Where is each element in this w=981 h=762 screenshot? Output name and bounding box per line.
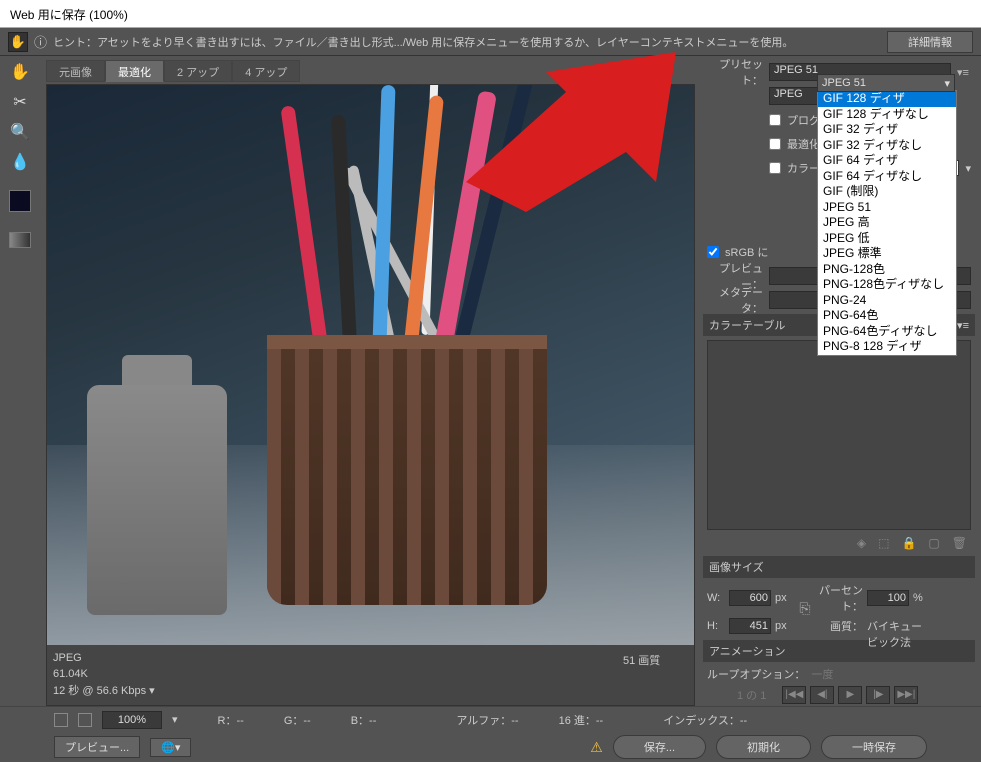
time-dropdown-icon[interactable]: ▾: [149, 685, 155, 697]
info-icon: ⓘ: [34, 32, 47, 51]
optimize-label: 最適化: [787, 136, 820, 152]
cube-icon[interactable]: ⬚: [878, 536, 889, 550]
prev-frame-button[interactable]: ◀|: [810, 686, 834, 704]
preset-label: プリセット：: [707, 56, 763, 88]
play-button[interactable]: ▶: [838, 686, 862, 704]
next-frame-button[interactable]: |▶: [866, 686, 890, 704]
action-bar: プレビュー... 🌐▾ ⚠ 保存... 初期化 一時保存: [0, 732, 981, 762]
index-value: インデックス：--: [663, 712, 747, 728]
last-frame-button[interactable]: ▶▶|: [894, 686, 918, 704]
preset-option[interactable]: JPEG 標準: [818, 246, 956, 262]
preset-combo-open[interactable]: JPEG 51▾: [817, 74, 955, 92]
info-format: JPEG: [53, 650, 155, 667]
height-input[interactable]: [729, 618, 771, 634]
percent-label: パーセント：: [815, 582, 863, 614]
trash-icon[interactable]: 🗑: [952, 536, 967, 550]
zoom-tool[interactable]: 🔍: [10, 122, 30, 142]
slice-tool[interactable]: ✂: [10, 92, 30, 112]
h-label: H:: [707, 620, 725, 632]
tab-4up[interactable]: 4 アップ: [232, 60, 300, 82]
color-table: [707, 340, 971, 530]
foreground-swatch[interactable]: [9, 190, 31, 212]
preset-option[interactable]: JPEG 低: [818, 231, 956, 247]
save-button[interactable]: 保存...: [613, 735, 706, 759]
optimize-checkbox[interactable]: [769, 138, 781, 150]
lock-icon[interactable]: 🔒: [901, 536, 916, 550]
browser-button[interactable]: 🌐▾: [150, 738, 191, 757]
preset-option[interactable]: JPEG 51: [818, 200, 956, 216]
link-icon[interactable]: ⎘: [799, 600, 811, 617]
srgb-label: sRGB に: [725, 244, 768, 260]
hint-text: ヒント：アセットをより早く書き出すには、ファイル／書き出し形式.../Web 用…: [53, 34, 793, 50]
hand-tool-icon[interactable]: ✋: [8, 32, 28, 52]
tab-optimized[interactable]: 最適化: [105, 60, 164, 82]
preset-option[interactable]: PNG-64色ディザなし: [818, 324, 956, 340]
status-bar: ▾ R：-- G：-- B：-- アルファ：-- 16 進：-- インデックス：…: [0, 706, 981, 732]
tab-2up[interactable]: 2 アップ: [164, 60, 232, 82]
quality-select[interactable]: バイキュービック法: [867, 618, 925, 634]
tool-column: ✋ ✂ 🔍 💧: [0, 56, 40, 706]
tab-original[interactable]: 元画像: [46, 60, 105, 82]
reset-button[interactable]: 初期化: [716, 735, 811, 759]
info-time: 12 秒 @ 56.6 Kbps: [53, 685, 146, 697]
window-title: Web 用に保存 (100%): [10, 8, 128, 22]
preset-option[interactable]: PNG-64色: [818, 308, 956, 324]
matte-dropdown-icon[interactable]: ▾: [965, 162, 971, 175]
info-quality: 51 画質: [623, 653, 660, 670]
window-title-bar: Web 用に保存 (100%): [0, 0, 981, 28]
preset-option[interactable]: GIF (制限): [818, 184, 956, 200]
preset-dropdown: GIF 128 ディザGIF 128 ディザなしGIF 32 ディザGIF 32…: [817, 90, 957, 356]
alpha-value: アルファ：--: [456, 712, 518, 728]
eyedropper-tool[interactable]: 💧: [10, 152, 30, 172]
preset-option[interactable]: GIF 128 ディザなし: [818, 107, 956, 123]
plus-icon[interactable]: [78, 713, 92, 727]
b-value: B：--: [351, 712, 377, 728]
preset-option[interactable]: PNG-128色: [818, 262, 956, 278]
diamond-icon[interactable]: ◈: [857, 536, 866, 550]
preset-option[interactable]: GIF 32 ディザ: [818, 122, 956, 138]
first-frame-button[interactable]: |◀◀: [782, 686, 806, 704]
progressive-checkbox[interactable]: [769, 114, 781, 126]
preset-option[interactable]: GIF 64 ディザなし: [818, 169, 956, 185]
annotation-arrow: [456, 52, 676, 217]
preset-option[interactable]: GIF 64 ディザ: [818, 153, 956, 169]
width-input[interactable]: [729, 590, 771, 606]
frame-counter: 1 の 1: [737, 687, 766, 703]
warning-icon: ⚠: [590, 739, 603, 756]
new-icon[interactable]: ▢: [928, 536, 939, 550]
r-value: R：--: [218, 712, 244, 728]
zoom-dropdown-icon[interactable]: ▾: [172, 713, 178, 726]
detail-info-button[interactable]: 詳細情報: [887, 31, 973, 53]
hex-value: 16 進：--: [559, 712, 604, 728]
preset-menu-icon[interactable]: ▾≡: [957, 66, 971, 79]
image-info: JPEG 61.04K 12 秒 @ 56.6 Kbps ▾ 51 画質: [53, 650, 155, 700]
preview-button[interactable]: プレビュー...: [54, 736, 140, 758]
preset-option[interactable]: PNG-24: [818, 293, 956, 309]
quality-label: 画質：: [815, 618, 863, 634]
preset-option[interactable]: PNG-128色ディザなし: [818, 277, 956, 293]
preset-option[interactable]: GIF 128 ディザ: [818, 91, 956, 107]
loop-select[interactable]: 一度: [811, 666, 971, 682]
g-value: G：--: [284, 712, 311, 728]
percent-input[interactable]: [867, 590, 909, 606]
hand-tool[interactable]: ✋: [10, 62, 30, 82]
zoom-input[interactable]: [102, 711, 162, 729]
metadata-label: メタデータ：: [707, 284, 763, 316]
toggle-swatch[interactable]: [9, 232, 31, 248]
colortable-menu-icon[interactable]: ▾≡: [957, 319, 969, 332]
info-size: 61.04K: [53, 666, 155, 683]
w-label: W:: [707, 592, 725, 604]
srgb-checkbox[interactable]: [707, 246, 719, 258]
preset-option[interactable]: PNG-8 128 ディザ: [818, 339, 956, 355]
preset-option[interactable]: GIF 32 ディザなし: [818, 138, 956, 154]
image-size-header: 画像サイズ: [703, 556, 975, 578]
preset-option[interactable]: JPEG 高: [818, 215, 956, 231]
colorprofile-checkbox[interactable]: [769, 162, 781, 174]
temp-save-button[interactable]: 一時保存: [821, 735, 927, 759]
animation-header: アニメーション: [703, 640, 975, 662]
minus-icon[interactable]: [54, 713, 68, 727]
loop-label: ループオプション：: [707, 666, 805, 682]
